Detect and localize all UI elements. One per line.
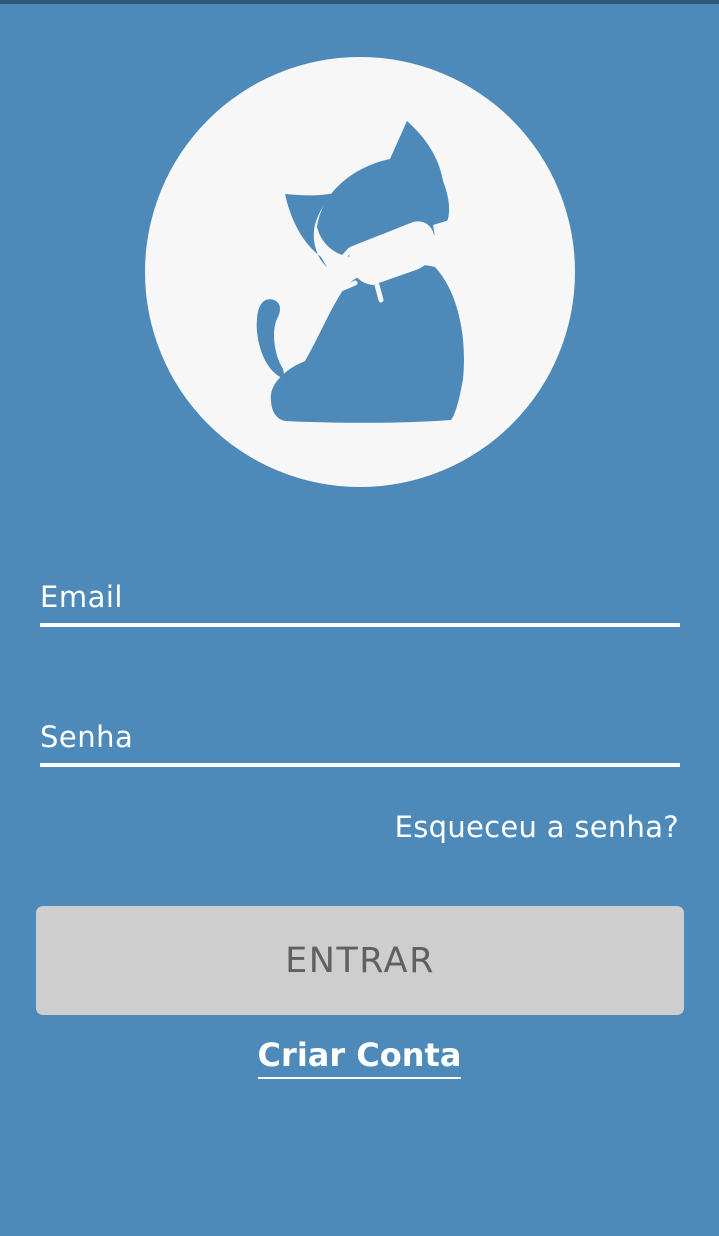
create-account-container: Criar Conta (0, 1036, 719, 1079)
app-logo (145, 57, 575, 487)
email-field (40, 573, 680, 627)
cat-with-face-mask-icon (256, 121, 464, 423)
status-bar-strip (0, 0, 719, 4)
create-account-link[interactable]: Criar Conta (257, 1036, 462, 1079)
password-input[interactable] (40, 717, 680, 757)
email-input[interactable] (40, 577, 680, 617)
password-field (40, 713, 680, 767)
forgot-password-link[interactable]: Esqueceu a senha? (395, 810, 679, 844)
login-button[interactable]: ENTRAR (36, 906, 684, 1015)
